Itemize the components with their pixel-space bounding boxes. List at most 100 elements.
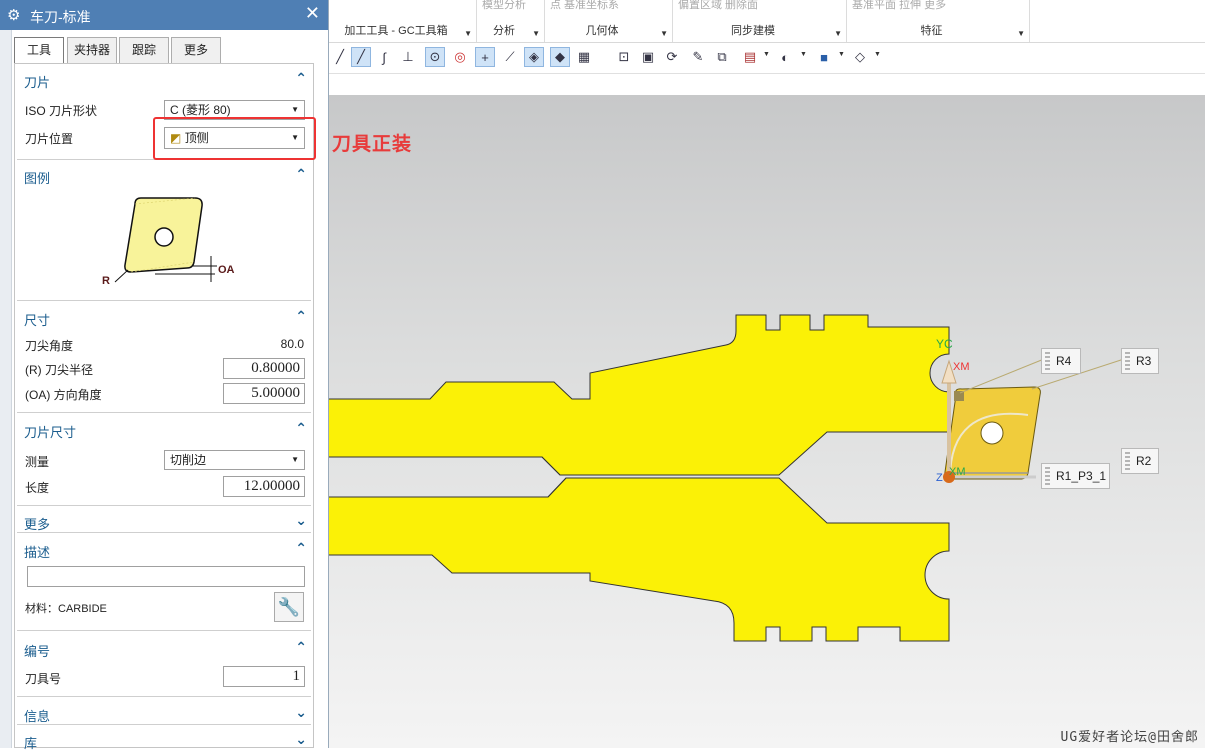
- material-label: 材料：CARBIDE: [25, 603, 107, 615]
- line-icon[interactable]: ╱: [330, 47, 350, 67]
- zoom-fit-icon[interactable]: ⊡: [614, 47, 634, 67]
- cross-point-icon[interactable]: +: [475, 47, 495, 67]
- tab-holder[interactable]: 夹持器: [67, 37, 117, 63]
- render-style-icon[interactable]: ◐: [775, 47, 795, 67]
- drag-handle-icon[interactable]: [1125, 352, 1130, 370]
- graphics-window[interactable]: 刀具正装 YC XM XM Z R4 R3 R2 R1_P3_1 UG爱好者论坛…: [328, 95, 1205, 748]
- tab-more[interactable]: 更多: [171, 37, 221, 63]
- chevron-down-icon[interactable]: ▼: [532, 29, 540, 38]
- section-dimensions-header[interactable]: 尺寸 ⌃: [15, 306, 313, 330]
- tool-label-r4[interactable]: R4: [1041, 348, 1081, 374]
- chevron-up-icon[interactable]: ⌃: [295, 540, 307, 557]
- ribbon-group-top: 基准平面 拉伸 更多: [852, 0, 947, 11]
- section-legend-header[interactable]: 图例 ⌃: [15, 164, 313, 188]
- wrench-icon: 🔧: [277, 596, 301, 617]
- ribbon-group-top: 点 基准坐标系: [550, 0, 620, 11]
- section-insert-size-header[interactable]: 刀片尺寸 ⌃: [15, 418, 313, 442]
- chevron-down-icon[interactable]: ▼: [874, 51, 881, 58]
- line-select-icon[interactable]: ╱: [351, 47, 371, 67]
- tool-label-text: R1_P3_1: [1056, 469, 1107, 483]
- chevron-down-icon[interactable]: ▼: [834, 29, 842, 38]
- part-shape: [328, 314, 950, 476]
- dialog-title-bar[interactable]: ⚙ 车刀-标准 ✕: [0, 0, 328, 30]
- chevron-up-icon[interactable]: ⌃: [295, 70, 307, 87]
- chevron-up-icon[interactable]: ⌃: [295, 166, 307, 183]
- ribbon-group-feature[interactable]: 基准平面 拉伸 更多 特征 ▼: [846, 0, 1030, 42]
- nose-angle-value: 80.0: [280, 337, 304, 351]
- tab-tool[interactable]: 工具: [14, 37, 64, 64]
- tab-tracking[interactable]: 跟踪: [119, 37, 169, 63]
- view-icon[interactable]: ⧉: [712, 47, 732, 67]
- cube-icon[interactable]: ■: [814, 47, 834, 67]
- axis-label-z: Z: [936, 472, 943, 484]
- ribbon-group-analysis[interactable]: 模型分析 分析 ▼: [476, 0, 545, 42]
- tool-label-r1[interactable]: R1_P3_1: [1041, 463, 1110, 489]
- tool-number-input[interactable]: 1: [223, 666, 305, 687]
- section-title: 图例: [24, 171, 51, 186]
- face-select-icon[interactable]: ◈: [524, 47, 544, 67]
- circle-point-icon[interactable]: ◎: [450, 47, 470, 67]
- nose-radius-label: (R) 刀尖半径: [25, 363, 93, 377]
- tool-label-r2[interactable]: R2: [1121, 448, 1159, 474]
- iso-shape-value: C (菱形 80): [170, 103, 231, 117]
- chevron-down-icon[interactable]: ▼: [838, 51, 845, 58]
- layout-icon[interactable]: ▤: [740, 47, 760, 67]
- material-library-button[interactable]: 🔧: [274, 592, 304, 622]
- curve-icon[interactable]: ∫: [374, 47, 394, 67]
- length-input[interactable]: 12.00000: [223, 476, 305, 497]
- axis-label-xm: XM: [949, 466, 966, 478]
- ribbon-group-gc-toolbox[interactable]: 加工工具 - GC工具箱 ▼: [328, 0, 477, 42]
- section-insert-header[interactable]: 刀片 ⌃: [15, 68, 313, 92]
- circle-center-icon[interactable]: ⊙: [425, 47, 445, 67]
- section-title: 尺寸: [24, 313, 51, 328]
- body-select-icon[interactable]: ◆: [550, 47, 570, 67]
- drag-handle-icon[interactable]: [1125, 452, 1130, 470]
- divider: [17, 412, 311, 413]
- chevron-down-icon[interactable]: ⌄: [295, 731, 307, 748]
- section-title: 编号: [24, 644, 51, 659]
- show-hide-icon[interactable]: ◇: [850, 47, 870, 67]
- section-description-header[interactable]: 描述 ⌃: [15, 538, 313, 562]
- chevron-down-icon[interactable]: ⌄: [295, 704, 307, 721]
- chevron-down-icon[interactable]: ▼: [763, 51, 770, 58]
- section-more-header[interactable]: 更多 ⌄: [15, 510, 313, 534]
- section-number-header[interactable]: 编号 ⌃: [15, 637, 313, 661]
- tool-number-label: 刀具号: [25, 672, 62, 686]
- chevron-up-icon[interactable]: ⌃: [295, 639, 307, 656]
- drag-handle-icon[interactable]: [1045, 352, 1050, 370]
- ribbon-group-sync-modeling[interactable]: 偏置区域 删除面 同步建模 ▼: [672, 0, 847, 42]
- drag-handle-icon[interactable]: [1045, 467, 1050, 485]
- snap-icon[interactable]: ⟋: [500, 47, 520, 67]
- rotate-icon[interactable]: ⟳: [662, 47, 682, 67]
- dialog-left-strip: [0, 0, 12, 748]
- grid-icon[interactable]: ▦: [574, 47, 594, 67]
- orient-angle-input[interactable]: 5.00000: [223, 383, 305, 404]
- ribbon-group-top: 偏置区域 删除面: [678, 0, 759, 11]
- pan-icon[interactable]: ✎: [688, 47, 708, 67]
- chevron-down-icon[interactable]: ⌄: [295, 512, 307, 529]
- highlight-box: [153, 117, 316, 160]
- description-input[interactable]: [27, 566, 305, 587]
- ribbon-group-geometry[interactable]: 点 基准坐标系 几何体 ▼: [544, 0, 673, 42]
- chevron-down-icon[interactable]: ▼: [1017, 29, 1025, 38]
- annotation-text: 刀具正装: [332, 134, 413, 155]
- measure-select[interactable]: 切削边 ▼: [164, 450, 305, 470]
- section-info-header[interactable]: 信息 ⌄: [15, 702, 313, 726]
- measure-label: 测量: [25, 455, 50, 469]
- chevron-down-icon[interactable]: ▼: [660, 29, 668, 38]
- axis-label-yc: YC: [936, 337, 953, 351]
- close-icon[interactable]: ✕: [305, 3, 320, 24]
- chevron-down-icon[interactable]: ▼: [800, 51, 807, 58]
- tool-label-r3[interactable]: R3: [1121, 348, 1159, 374]
- section-title: 描述: [24, 545, 51, 560]
- part-view: [328, 314, 1125, 642]
- chevron-down-icon[interactable]: ▼: [464, 29, 472, 38]
- chevron-up-icon[interactable]: ⌃: [295, 420, 307, 437]
- divider: [17, 505, 311, 506]
- chevron-up-icon[interactable]: ⌃: [295, 308, 307, 325]
- zoom-icon[interactable]: ▣: [638, 47, 658, 67]
- nose-radius-input[interactable]: 0.80000: [223, 358, 305, 379]
- nose-angle-label: 刀尖角度: [25, 339, 74, 353]
- section-library-header[interactable]: 库 ⌄: [15, 729, 313, 753]
- tangent-icon[interactable]: ⊥: [398, 47, 418, 67]
